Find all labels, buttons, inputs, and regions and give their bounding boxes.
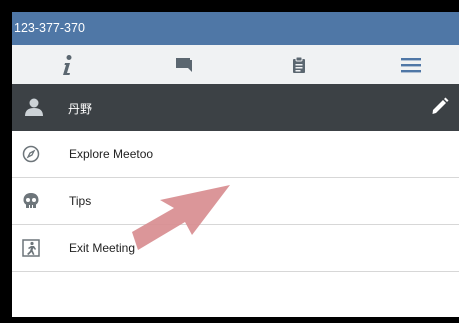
pencil-icon bbox=[432, 97, 449, 114]
exit-icon bbox=[21, 238, 41, 258]
hamburger-menu-icon bbox=[401, 57, 421, 72]
menu-item-explore[interactable]: Explore Meetoo bbox=[12, 131, 459, 178]
menu-item-label: Explore Meetoo bbox=[69, 147, 154, 161]
chat-button[interactable] bbox=[154, 45, 214, 84]
clipboard-icon bbox=[293, 56, 305, 73]
screenshot-frame: 123-377-370 丹野 Explore Meetoo Tips Exit … bbox=[0, 0, 459, 323]
menu-item-tips[interactable]: Tips bbox=[12, 178, 459, 225]
menu-item-label: Tips bbox=[69, 194, 92, 208]
compass-icon bbox=[21, 144, 41, 164]
skull-icon bbox=[21, 191, 41, 211]
user-name: 丹野 bbox=[68, 102, 93, 116]
menu-button[interactable] bbox=[381, 45, 441, 84]
info-button[interactable] bbox=[37, 45, 97, 84]
menu-item-label: Exit Meeting bbox=[69, 241, 136, 255]
chat-icon bbox=[176, 57, 192, 72]
meeting-id-bar: 123-377-370 bbox=[12, 12, 459, 45]
edit-name-button[interactable] bbox=[430, 96, 450, 121]
toolbar bbox=[12, 45, 459, 84]
user-icon bbox=[24, 97, 44, 122]
user-bar: 丹野 bbox=[12, 84, 459, 131]
meeting-id: 123-377-370 bbox=[14, 21, 85, 35]
app-window: 123-377-370 丹野 Explore Meetoo Tips Exit … bbox=[12, 12, 459, 317]
info-icon bbox=[63, 54, 72, 75]
menu-item-exit-meeting[interactable]: Exit Meeting bbox=[12, 225, 459, 272]
clipboard-button[interactable] bbox=[269, 45, 329, 84]
